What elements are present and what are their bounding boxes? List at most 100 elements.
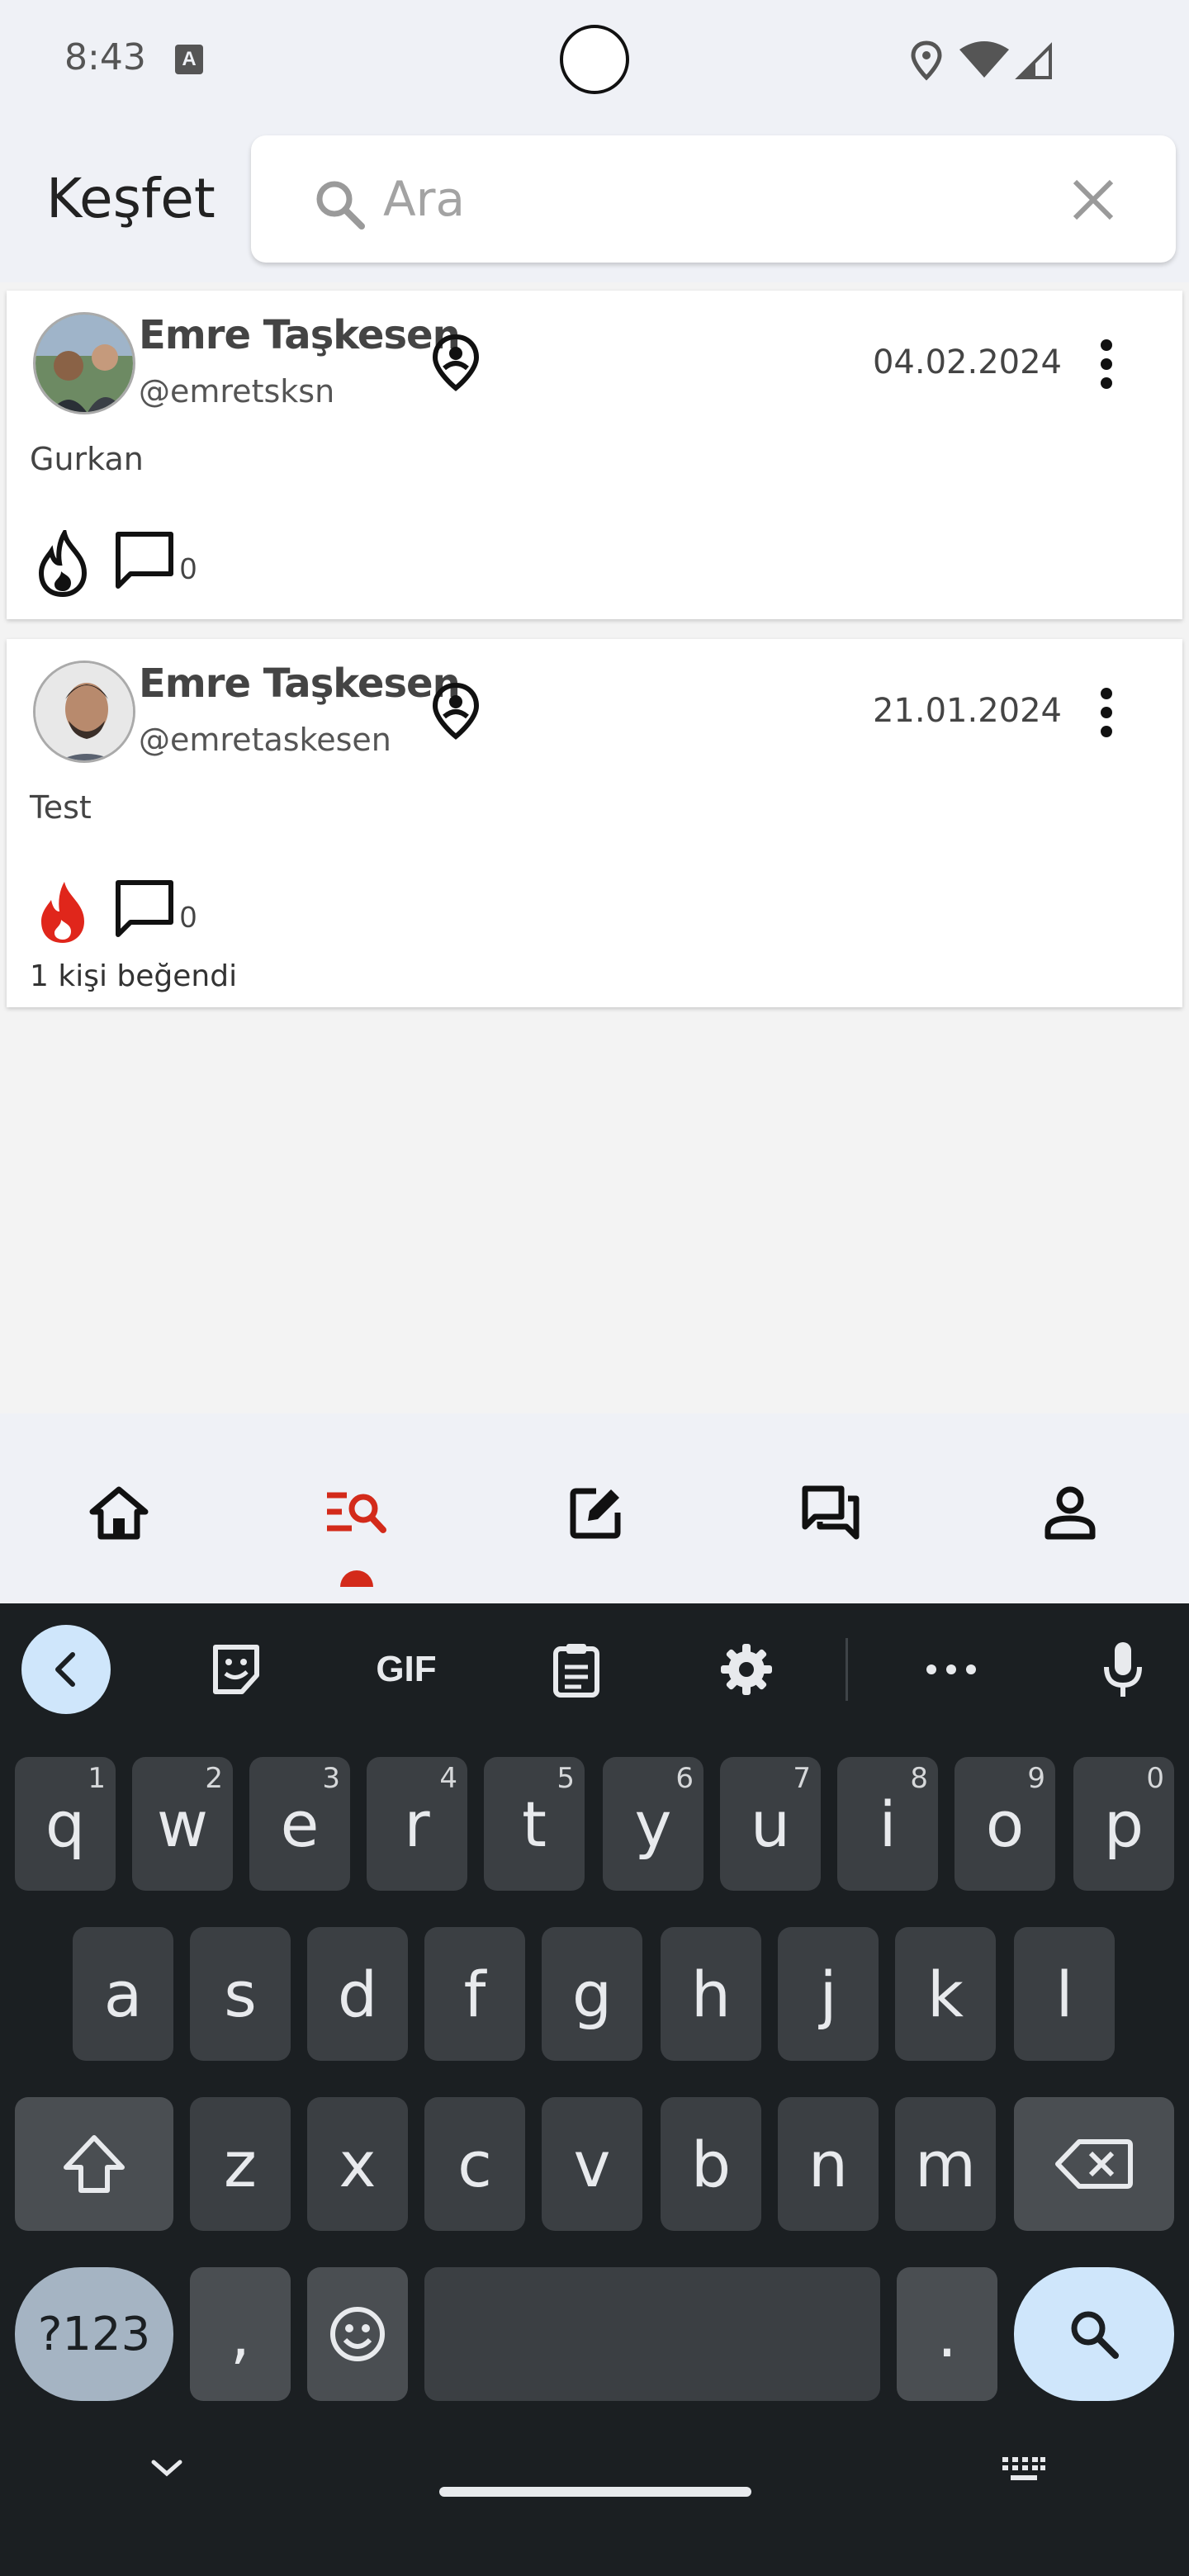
shift-icon: [64, 2135, 125, 2193]
profile-icon: [1045, 1486, 1096, 1540]
key-e[interactable]: e3: [249, 1757, 350, 1891]
wifi-icon: [959, 41, 1009, 78]
key-t[interactable]: t5: [484, 1757, 585, 1891]
shift-key[interactable]: [15, 2097, 173, 2231]
key-f[interactable]: f: [424, 1927, 525, 2061]
key-d[interactable]: d: [307, 1927, 408, 2061]
keyboard-back-button[interactable]: [21, 1625, 111, 1714]
more-options-button[interactable]: [910, 1628, 992, 1711]
clipboard-icon: [553, 1644, 599, 1698]
key-a[interactable]: a: [73, 1927, 173, 2061]
key-y[interactable]: y6: [603, 1757, 703, 1891]
key-g[interactable]: g: [542, 1927, 642, 2061]
location-pin-icon[interactable]: [431, 334, 481, 391]
status-icons: [910, 40, 1067, 85]
avatar[interactable]: [33, 661, 135, 763]
key-x[interactable]: x: [307, 2097, 408, 2231]
more-horiz-icon: [926, 1664, 976, 1674]
post-text: Gurkan: [30, 441, 144, 477]
search-action-key[interactable]: [1014, 2267, 1174, 2401]
post-text: Test: [30, 789, 92, 826]
key-p[interactable]: p0: [1073, 1757, 1174, 1891]
more-vert-icon[interactable]: [1097, 685, 1116, 740]
comma-key[interactable]: ,: [190, 2267, 291, 2401]
comment-count: 0: [180, 900, 197, 934]
key-r[interactable]: r4: [367, 1757, 467, 1891]
user-handle[interactable]: @emretaskesen: [139, 722, 391, 758]
nav-explore[interactable]: [315, 1471, 398, 1554]
key-q[interactable]: q1: [15, 1757, 116, 1891]
nav-compose[interactable]: [555, 1471, 637, 1554]
key-m[interactable]: m: [895, 2097, 996, 2231]
key-n[interactable]: n: [778, 2097, 879, 2231]
active-tab-indicator: [340, 1570, 373, 1587]
toolbar-divider: [846, 1638, 848, 1701]
keyboard-switch-icon[interactable]: [1001, 2455, 1047, 2484]
home-icon: [89, 1486, 149, 1540]
search-box[interactable]: [251, 135, 1176, 263]
comment-icon[interactable]: [114, 530, 175, 591]
location-icon: [911, 40, 942, 81]
keyboard-settings-button[interactable]: [705, 1628, 788, 1711]
status-bar: 8:43 A: [0, 0, 1189, 124]
microphone-icon: [1104, 1642, 1142, 1697]
search-input[interactable]: [383, 170, 1060, 228]
location-pin-icon[interactable]: [431, 682, 481, 740]
fire-outline-icon[interactable]: [36, 530, 89, 598]
key-j[interactable]: j: [778, 1927, 879, 2061]
key-h[interactable]: h: [661, 1927, 761, 2061]
key-c[interactable]: c: [424, 2097, 525, 2231]
avatar[interactable]: [33, 312, 135, 414]
sticker-button[interactable]: [195, 1628, 277, 1711]
keyboard-indicator-icon: A: [175, 45, 203, 74]
gear-icon: [721, 1644, 772, 1695]
emoji-icon: [330, 2307, 385, 2361]
home-gesture-bar[interactable]: [439, 2487, 751, 2497]
gif-button[interactable]: GIF: [365, 1628, 448, 1711]
fire-filled-icon[interactable]: [36, 878, 89, 946]
key-v[interactable]: v: [542, 2097, 642, 2231]
nav-home[interactable]: [78, 1471, 160, 1554]
backspace-key[interactable]: [1014, 2097, 1174, 2231]
post-feed: Emre Taşkesen @emretsksn 04.02.2024 Gurk…: [0, 282, 1189, 1413]
key-w[interactable]: w2: [132, 1757, 233, 1891]
explore-icon: [327, 1492, 386, 1533]
nav-profile[interactable]: [1029, 1471, 1111, 1554]
user-name[interactable]: Emre Taşkesen: [139, 661, 461, 707]
post-date: 21.01.2024: [872, 692, 1062, 730]
key-o[interactable]: o9: [955, 1757, 1055, 1891]
key-b[interactable]: b: [661, 2097, 761, 2231]
messages-icon: [802, 1485, 860, 1540]
post-card[interactable]: Emre Taşkesen @emretsksn 04.02.2024 Gurk…: [7, 291, 1182, 619]
period-key[interactable]: .: [897, 2267, 997, 2401]
status-time: 8:43: [64, 36, 146, 78]
symbols-key[interactable]: ?123: [15, 2267, 173, 2401]
sticker-icon: [213, 1645, 259, 1694]
post-card[interactable]: Emre Taşkesen @emretaskesen 21.01.2024 T…: [7, 639, 1182, 1007]
key-k[interactable]: k: [895, 1927, 996, 2061]
close-icon[interactable]: [1070, 177, 1116, 223]
emoji-key[interactable]: [307, 2267, 408, 2401]
nav-messages[interactable]: [789, 1471, 872, 1554]
post-date: 04.02.2024: [872, 343, 1062, 381]
key-z[interactable]: z: [190, 2097, 291, 2231]
user-name[interactable]: Emre Taşkesen: [139, 312, 461, 358]
bottom-nav: [0, 1413, 1189, 1603]
key-l[interactable]: l: [1014, 1927, 1115, 2061]
user-handle[interactable]: @emretsksn: [139, 373, 334, 410]
edit-icon: [570, 1488, 621, 1539]
chevron-down-icon[interactable]: [149, 2455, 185, 2480]
clipboard-button[interactable]: [535, 1628, 618, 1711]
key-u[interactable]: u7: [720, 1757, 821, 1891]
space-key[interactable]: [424, 2267, 880, 2401]
likes-count-text[interactable]: 1 kişi beğendi: [30, 959, 237, 993]
comment-icon[interactable]: [114, 878, 175, 940]
key-i[interactable]: i8: [837, 1757, 938, 1891]
voice-input-button[interactable]: [1082, 1628, 1164, 1711]
search-icon: [1071, 2311, 1119, 2359]
more-vert-icon[interactable]: [1097, 337, 1116, 391]
comment-count: 0: [180, 552, 197, 585]
header: Keşfet: [0, 124, 1189, 282]
chevron-left-icon: [55, 1652, 75, 1687]
key-s[interactable]: s: [190, 1927, 291, 2061]
